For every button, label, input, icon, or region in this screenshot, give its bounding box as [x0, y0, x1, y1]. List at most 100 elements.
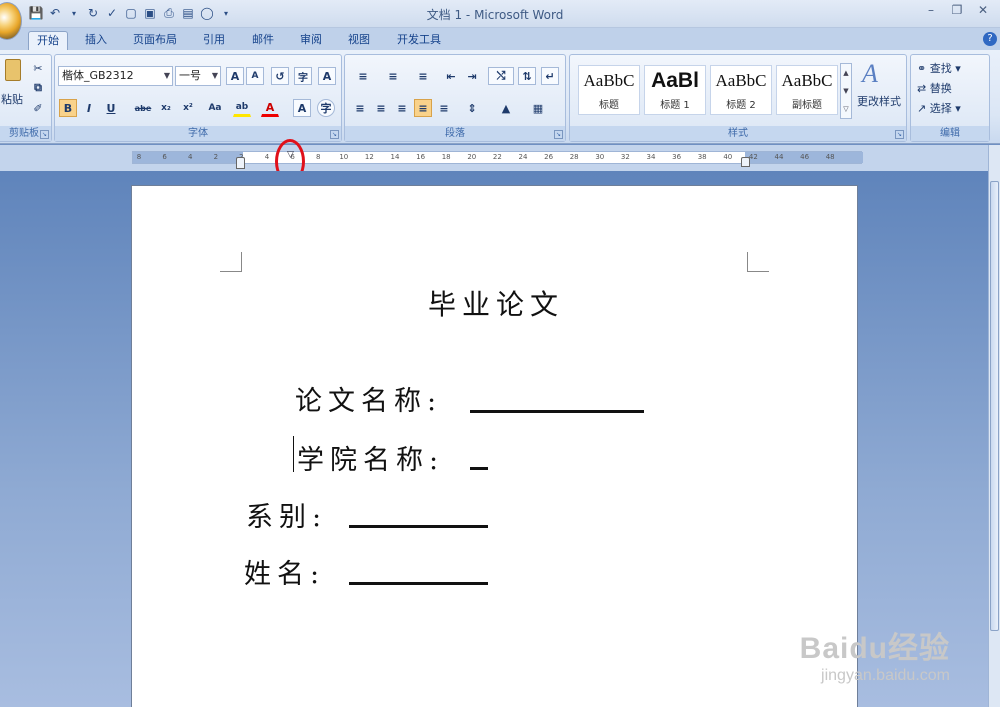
line-spacing-icon[interactable]: ⇕: [459, 99, 485, 117]
font-name-select[interactable]: 楷体_GB2312 ▼: [58, 66, 173, 86]
tab-developer[interactable]: 开发工具: [390, 31, 448, 50]
ruler-tick-label: 16: [416, 153, 426, 161]
superscript-icon[interactable]: x²: [179, 99, 197, 117]
tab-view[interactable]: 视图: [341, 31, 377, 50]
paragraph-launcher-icon[interactable]: ↘: [554, 130, 563, 139]
paste-icon[interactable]: [5, 59, 21, 81]
phonetic-guide-icon[interactable]: 字: [294, 67, 312, 85]
scrollbar-thumb[interactable]: [990, 181, 999, 631]
character-shading-icon[interactable]: A: [293, 99, 311, 117]
style-card-subtitle[interactable]: AaBbC 副标题: [776, 65, 838, 115]
right-indent-marker-icon[interactable]: [741, 157, 750, 167]
styles-group: AaBbC 标题 AaBl 标题 1 AaBbC 标题 2 AaBbC 副标题 …: [569, 54, 907, 142]
document-page[interactable]: [131, 185, 858, 707]
font-size-select[interactable]: 一号 ▼: [175, 66, 221, 86]
font-color-icon[interactable]: A: [261, 99, 279, 117]
styles-group-label: 样式: [570, 126, 906, 141]
justify-icon[interactable]: ≡: [414, 99, 432, 117]
align-left-icon[interactable]: ≡: [351, 99, 369, 117]
field-line-college-name: [470, 467, 488, 470]
watermark: Baidu经验 jingyan.baidu.com: [800, 623, 950, 685]
highlight-icon[interactable]: ab: [233, 99, 251, 117]
paragraph-group-label: 段落: [345, 126, 565, 141]
ruler-tick-label: 8: [315, 153, 321, 161]
bullets-icon[interactable]: ≡: [351, 67, 375, 85]
ribbon-tabs: 开始 插入 页面布局 引用 邮件 审阅 视图 开发工具 ?: [0, 28, 1000, 50]
font-group-label: 字体: [55, 126, 341, 141]
vertical-scrollbar[interactable]: [988, 145, 1000, 707]
style-name: 标题: [599, 100, 619, 111]
decrease-indent-icon[interactable]: ⇤: [442, 67, 460, 85]
replace-icon: ⇄: [917, 82, 927, 95]
character-border-icon[interactable]: A: [318, 67, 336, 85]
ruler-tick-label: 44: [774, 153, 784, 161]
restore-button[interactable]: ❐: [944, 0, 970, 20]
editing-group: ⚭ 查找 ▾ ⇄ 替换 ↗ 选择 ▾ 编辑: [910, 54, 990, 142]
tab-review[interactable]: 审阅: [293, 31, 329, 50]
ruler-tick-label: 8: [136, 153, 142, 161]
strikethrough-icon[interactable]: abe: [134, 99, 152, 117]
increase-indent-icon[interactable]: ⇥: [463, 67, 481, 85]
title-bar: 💾 ↶ ▾ ↻ ✓ ▢ ▣ ⎙ ▤ ◯ ▾ 文档 1 - Microsoft W…: [0, 0, 1000, 40]
watermark-url: jingyan.baidu.com: [821, 667, 950, 684]
ruler-tick-label: 18: [441, 153, 451, 161]
style-card-title[interactable]: AaBbC 标题: [578, 65, 640, 115]
replace-button[interactable]: ⇄ 替换: [917, 80, 952, 96]
minimize-button[interactable]: –: [918, 0, 944, 20]
cut-icon[interactable]: ✂: [29, 59, 47, 77]
underline-icon[interactable]: U: [102, 99, 120, 117]
styles-scroll[interactable]: ▲ ▼ ▽: [840, 63, 852, 119]
numbering-icon[interactable]: ≡: [381, 67, 405, 85]
tab-mailings[interactable]: 邮件: [245, 31, 281, 50]
bold-icon[interactable]: B: [59, 99, 77, 117]
clipboard-group: 粘贴 ✂ ⧉ ✐ 剪贴板 ↘: [0, 54, 52, 142]
align-right-icon[interactable]: ≡: [393, 99, 411, 117]
tab-insert[interactable]: 插入: [78, 31, 114, 50]
style-sample: AaBbC: [715, 71, 767, 90]
styles-launcher-icon[interactable]: ↘: [895, 130, 904, 139]
tab-references[interactable]: 引用: [196, 31, 232, 50]
format-painter-icon[interactable]: ✐: [29, 99, 47, 117]
shrink-font-icon[interactable]: A: [246, 67, 264, 85]
align-center-icon[interactable]: ≡: [372, 99, 390, 117]
style-card-heading2[interactable]: AaBbC 标题 2: [710, 65, 772, 115]
borders-icon[interactable]: ▦: [525, 99, 551, 117]
find-button[interactable]: ⚭ 查找 ▾: [917, 60, 961, 76]
help-icon[interactable]: ?: [983, 32, 997, 46]
tab-home[interactable]: 开始: [28, 31, 68, 50]
editing-group-label: 编辑: [911, 126, 989, 141]
font-launcher-icon[interactable]: ↘: [330, 130, 339, 139]
change-styles-icon[interactable]: A: [862, 59, 878, 89]
change-case-icon[interactable]: Aa: [203, 99, 227, 117]
multilevel-list-icon[interactable]: ≡: [411, 67, 435, 85]
asian-layout-icon[interactable]: ⤭: [488, 67, 514, 85]
copy-icon[interactable]: ⧉: [29, 79, 47, 97]
distributed-icon[interactable]: ≡: [435, 99, 453, 117]
sort-icon[interactable]: ⇅: [518, 67, 536, 85]
tab-page-layout[interactable]: 页面布局: [125, 31, 185, 50]
italic-icon[interactable]: I: [80, 99, 98, 117]
paste-button[interactable]: 粘贴: [1, 91, 23, 107]
style-card-heading1[interactable]: AaBl 标题 1: [644, 65, 706, 115]
watermark-logo: Baidu经验: [799, 632, 950, 665]
chevron-down-icon: ▼: [211, 71, 218, 80]
ruler-tick-label: 32: [620, 153, 630, 161]
ruler-tick-label: 10: [339, 153, 349, 161]
close-button[interactable]: ✕: [970, 0, 996, 20]
enclose-characters-icon[interactable]: 字: [317, 99, 335, 117]
subscript-icon[interactable]: x₂: [157, 99, 175, 117]
show-marks-icon[interactable]: ↵: [541, 67, 559, 85]
shading-icon[interactable]: ▲: [493, 99, 519, 117]
ruler-tick-label: 46: [800, 153, 810, 161]
select-label: 选择: [929, 102, 952, 115]
clipboard-launcher-icon[interactable]: ↘: [40, 130, 49, 139]
select-button[interactable]: ↗ 选择 ▾: [917, 100, 961, 116]
clear-format-icon[interactable]: ↺: [271, 67, 289, 85]
change-styles-button[interactable]: 更改样式: [857, 93, 901, 109]
ribbon: 粘贴 ✂ ⧉ ✐ 剪贴板 ↘ 楷体_GB2312 ▼ 一号 ▼ A A ↺ 字 …: [0, 50, 1000, 144]
ruler-tick-label: 6: [162, 153, 167, 161]
grow-font-icon[interactable]: A: [226, 67, 244, 85]
left-indent-marker-icon[interactable]: [236, 157, 245, 169]
binoculars-icon: ⚭: [917, 62, 927, 75]
window-title: 文档 1 - Microsoft Word: [426, 8, 564, 22]
